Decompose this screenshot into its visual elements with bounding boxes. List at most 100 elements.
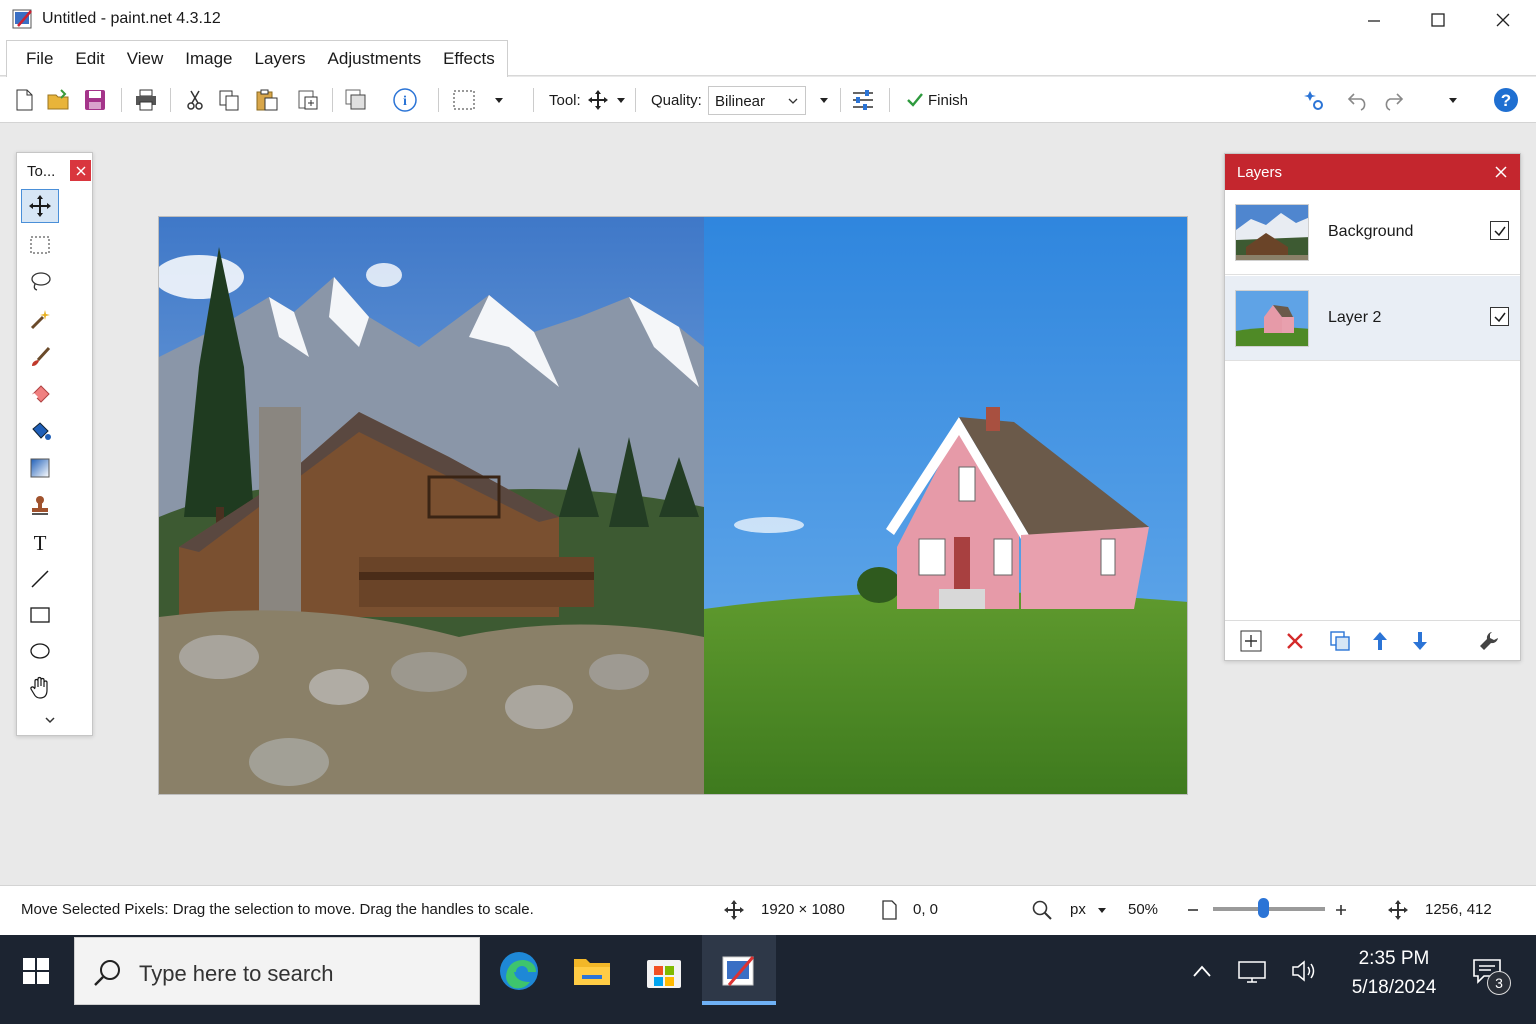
svg-text:i: i [403, 94, 407, 109]
more-options-dropdown-icon[interactable] [1440, 87, 1466, 113]
taskbar: Type here to search 2:35 PM 5/18/2024 3 [0, 935, 1536, 1024]
settings-sparkle-icon[interactable] [1300, 87, 1326, 113]
menu-layers[interactable]: Layers [244, 49, 317, 69]
layer-name: Background [1328, 223, 1414, 240]
move-selected-pixels-tool-icon[interactable] [21, 189, 59, 223]
magic-wand-tool-icon[interactable] [21, 302, 59, 336]
new-file-icon[interactable] [11, 87, 37, 113]
cursor-position: 1256, 412 [1425, 901, 1492, 918]
save-icon[interactable] [82, 87, 108, 113]
paste-icon[interactable] [254, 87, 280, 113]
unit-selector[interactable]: px [1070, 901, 1086, 918]
selection-mode-icon[interactable] [451, 87, 477, 113]
lasso-select-tool-icon[interactable] [21, 264, 59, 298]
zoom-slider-thumb[interactable] [1257, 898, 1269, 918]
toolbar: i Tool: Quality: Bilinear Finish ? [0, 77, 1536, 123]
paintnet-app-icon [12, 8, 34, 30]
gradient-tool-icon[interactable] [21, 451, 59, 485]
finish-check-icon[interactable] [902, 87, 928, 113]
maximize-button[interactable] [1405, 0, 1471, 40]
quality-options-dropdown-icon[interactable] [811, 87, 837, 113]
edge-browser-icon[interactable] [495, 947, 543, 995]
paint-bucket-tool-icon[interactable] [21, 414, 59, 448]
minimize-button[interactable] [1341, 0, 1407, 40]
redo-icon[interactable] [1380, 87, 1406, 113]
cut-icon[interactable] [182, 87, 208, 113]
zoom-slider[interactable] [1213, 907, 1325, 911]
rectangle-tool-icon[interactable] [21, 598, 59, 632]
tools-window: To... T [16, 152, 93, 736]
rectangle-select-tool-icon[interactable] [21, 228, 59, 262]
copy-icon[interactable] [216, 87, 242, 113]
tool-label: Tool: [549, 92, 581, 109]
zoom-level[interactable]: 50% [1128, 901, 1158, 918]
quality-select[interactable]: Bilinear [708, 86, 806, 115]
image-size: 1920 × 1080 [761, 901, 845, 918]
zoom-out-icon[interactable] [1182, 899, 1204, 921]
menu-edit[interactable]: Edit [64, 49, 115, 69]
chevron-down-icon [787, 94, 799, 111]
layer-row-layer-2[interactable]: Layer 2 [1225, 276, 1520, 361]
layer-visibility-checkbox[interactable] [1490, 307, 1509, 326]
help-icon[interactable]: ? [1493, 87, 1519, 113]
menu-adjustments[interactable]: Adjustments [317, 49, 433, 69]
layers-close-icon[interactable] [1492, 163, 1510, 181]
add-layer-icon[interactable] [1239, 629, 1263, 653]
paintbrush-tool-icon[interactable] [21, 340, 59, 374]
microsoft-store-icon[interactable] [640, 947, 688, 995]
text-tool-icon[interactable]: T [21, 525, 59, 559]
move-layer-down-icon[interactable] [1408, 629, 1432, 653]
clone-stamp-tool-icon[interactable] [21, 488, 59, 522]
tool-dropdown-icon[interactable] [608, 87, 634, 113]
more-tools-chevron-icon[interactable] [35, 708, 65, 732]
layer-properties-wrench-icon[interactable] [1477, 629, 1501, 653]
selection-mode-dropdown-icon[interactable] [486, 87, 512, 113]
layers-stack-icon[interactable] [343, 87, 369, 113]
layer-row-background[interactable]: Background [1225, 190, 1520, 275]
line-tool-icon[interactable] [21, 562, 59, 596]
menu-view[interactable]: View [116, 49, 175, 69]
duplicate-layer-icon[interactable] [1328, 629, 1352, 653]
clock-time[interactable]: 2:35 PM [1346, 948, 1442, 970]
clock-date[interactable]: 5/18/2024 [1340, 977, 1448, 999]
layer-name: Layer 2 [1328, 309, 1382, 326]
file-explorer-icon[interactable] [568, 947, 616, 995]
background-layer-thumbnail [1235, 204, 1309, 261]
open-file-icon[interactable] [46, 87, 72, 113]
menu-file[interactable]: File [15, 49, 64, 69]
move-layer-up-icon[interactable] [1368, 629, 1392, 653]
notification-count-badge: 3 [1487, 971, 1511, 995]
zoom-in-icon[interactable] [1330, 899, 1352, 921]
ellipse-tool-icon[interactable] [21, 634, 59, 668]
network-icon[interactable] [1237, 957, 1267, 985]
tools-close-icon[interactable] [70, 160, 91, 181]
svg-text:T: T [34, 531, 47, 553]
zoom-magnifier-icon[interactable] [1031, 899, 1053, 921]
selection-offset: 0, 0 [913, 901, 939, 918]
search-placeholder: Type here to search [139, 961, 334, 986]
paste-into-new-layer-icon[interactable] [295, 87, 321, 113]
layer-visibility-checkbox[interactable] [1490, 221, 1509, 240]
unit-dropdown-icon[interactable] [1091, 899, 1113, 921]
volume-icon[interactable] [1290, 957, 1320, 985]
eraser-tool-icon[interactable] [21, 377, 59, 411]
image-info-icon[interactable]: i [392, 87, 418, 113]
delete-layer-icon[interactable] [1283, 629, 1307, 653]
show-hidden-icons-chevron-icon[interactable] [1187, 957, 1217, 985]
finish-button[interactable]: Finish [928, 92, 968, 109]
image-canvas[interactable] [158, 216, 1188, 795]
print-icon[interactable] [133, 87, 159, 113]
layers-header: Layers [1225, 154, 1520, 190]
paintnet-taskbar-icon[interactable] [715, 947, 763, 995]
taskbar-search-box[interactable]: Type here to search [74, 937, 480, 1005]
image-size-move-icon [723, 899, 745, 921]
layers-window: Layers Background Layer 2 [1224, 153, 1521, 661]
close-button[interactable] [1470, 0, 1536, 40]
menu-effects[interactable]: Effects [432, 49, 506, 69]
undo-icon[interactable] [1345, 87, 1371, 113]
adjustments-sliders-icon[interactable] [850, 87, 876, 113]
windows-start-icon[interactable] [0, 935, 72, 1007]
menu-bar: File Edit View Image Layers Adjustments … [0, 40, 1536, 77]
pan-hand-tool-icon[interactable] [21, 671, 59, 705]
menu-image[interactable]: Image [174, 49, 243, 69]
